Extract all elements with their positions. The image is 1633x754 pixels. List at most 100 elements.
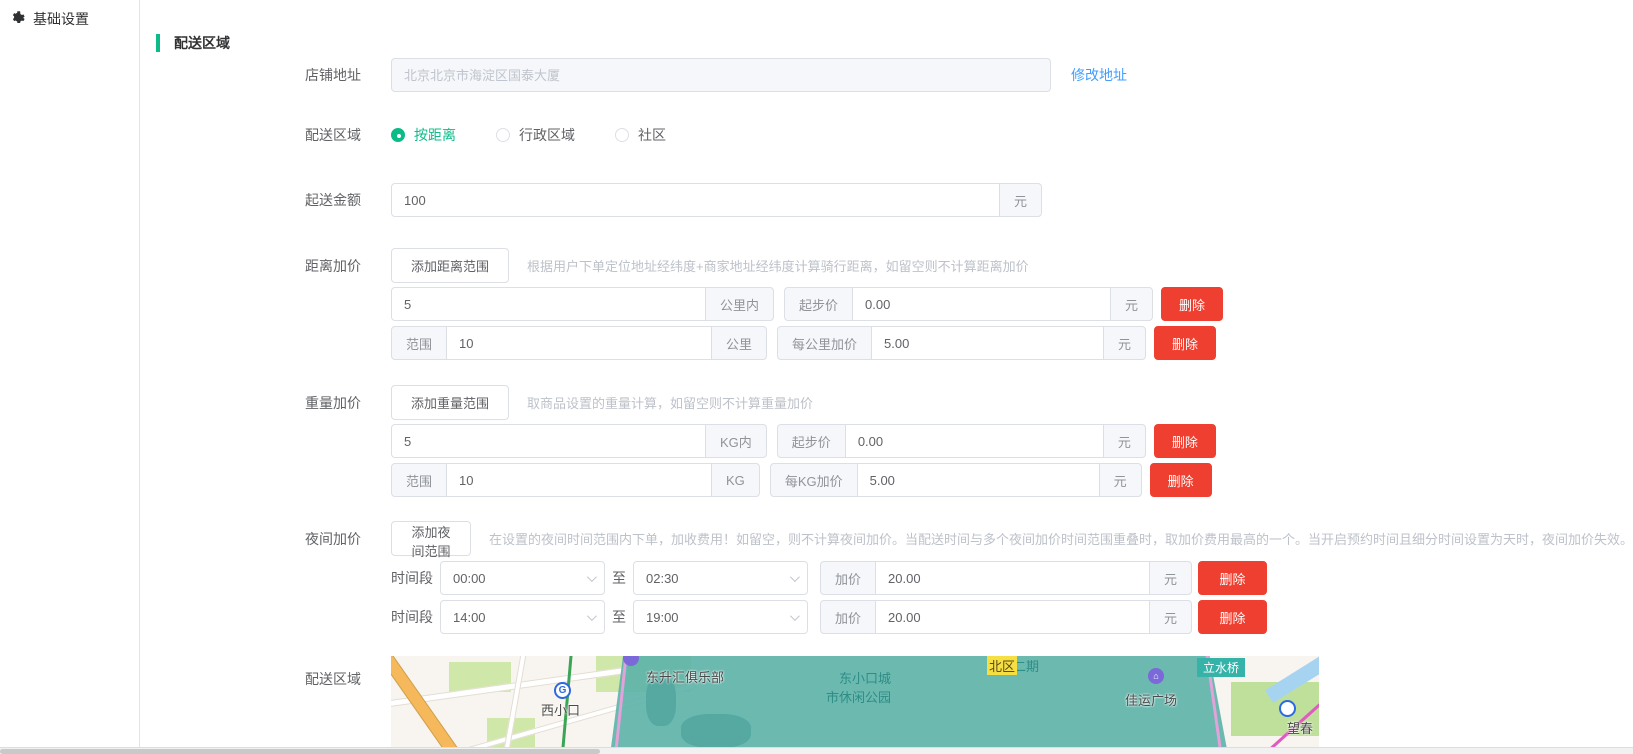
night-price-group: 加价 元 [820,561,1192,595]
night-label: 夜间加价 [141,529,391,549]
weight-base-price-input[interactable] [845,424,1104,458]
night-row-1: 时间段 00:00 至 02:30 加价 元 删除 [141,561,1633,595]
area-mode-label: 配送区域 [141,125,391,145]
time-from-select-2[interactable]: 14:00 [440,600,605,634]
poi-district-highlight: 北区 [987,656,1017,675]
time-to-select[interactable]: 02:30 [633,561,808,595]
to-label: 至 [612,568,626,588]
add-distance-range-button[interactable]: 添加距离范围 [391,248,509,283]
per-kg-label: 每KG加价 [770,463,858,497]
night-price-label: 加价 [820,561,876,595]
section-title: 配送区域 [174,33,230,53]
weight-row-1: KG内 起步价 元 删除 [141,424,1633,458]
poi-jiayun-plaza: 佳运广场 [1125,690,1177,709]
base-price-input[interactable] [852,287,1111,321]
page: 基础设置 配送区域 店铺地址 修改地址 配送区域 按距离 行政区域 [0,0,1633,754]
weight-limit-unit: KG内 [705,424,767,458]
chevron-down-icon [587,572,597,582]
time-to-value: 02:30 [646,571,679,586]
radio-admin-region-label: 行政区域 [519,125,575,145]
store-address-label: 店铺地址 [141,65,391,85]
radio-unselected-icon [496,128,510,142]
base-price-unit: 元 [1110,287,1153,321]
time-from-select[interactable]: 00:00 [440,561,605,595]
per-kg-price-input[interactable] [857,463,1100,497]
horizontal-scrollbar[interactable] [0,747,1633,754]
weight-label: 重量加价 [141,393,391,413]
per-km-price-input[interactable] [871,326,1104,360]
night-header-row: 夜间加价 添加夜间范围 在设置的夜间时间范围内下单，加收费用！如留空，则不计算夜… [141,521,1633,556]
store-address-row: 店铺地址 修改地址 [141,58,1633,92]
weight-range-unit: KG [711,463,760,497]
poi-park-line2: 市休闲公园 [826,687,891,706]
time-range-label: 时间段 [391,607,433,627]
time-from-value: 14:00 [453,610,486,625]
radio-community[interactable]: 社区 [615,125,666,145]
distance-range-group-2: 范围 公里 [391,326,767,360]
delete-weight-row-1-button[interactable]: 删除 [1154,424,1216,458]
chevron-down-icon [790,611,800,621]
gear-icon [10,10,25,28]
store-address-input[interactable] [391,58,1051,92]
map-label: 配送区域 [141,656,391,689]
delivery-area-map[interactable]: G 西小口 东升汇俱乐部 东小口城 市休闲公园 公园二期北区 立水桥 ⌂ 佳运广… [391,656,1319,754]
distance-hint: 根据用户下单定位地址经纬度+商家地址经纬度计算骑行距离，如留空则不计算距离加价 [527,256,1029,275]
weight-base-price-label: 起步价 [777,424,846,458]
distance-range-input[interactable] [446,326,712,360]
distance-price-group: 起步价 元 [784,287,1153,321]
delete-night-row-1-button[interactable]: 删除 [1198,561,1267,595]
per-kg-unit: 元 [1099,463,1142,497]
min-order-input[interactable] [391,183,1000,217]
distance-row-1: 公里内 起步价 元 删除 [141,287,1633,321]
night-price-group-2: 加价 元 [820,600,1192,634]
min-order-row: 起送金额 元 [141,183,1633,217]
radio-admin-region[interactable]: 行政区域 [496,125,575,145]
per-km-unit: 元 [1103,326,1146,360]
distance-range-group: 公里内 [391,287,774,321]
main-content: 配送区域 店铺地址 修改地址 配送区域 按距离 行政区域 社区 [141,0,1633,754]
range-label: 范围 [391,326,447,360]
distance-header-row: 距离加价 添加距离范围 根据用户下单定位地址经纬度+商家地址经纬度计算骑行距离，… [141,248,1633,283]
night-price-input[interactable] [875,561,1150,595]
night-hint: 在设置的夜间时间范围内下单，加收费用！如留空，则不计算夜间加价。当配送时间与多个… [489,529,1633,548]
chevron-down-icon [587,611,597,621]
weight-base-price-unit: 元 [1103,424,1146,458]
weight-limit-input[interactable] [391,424,706,458]
poi-wangchun: 望春 [1287,718,1313,737]
night-price-label: 加价 [820,600,876,634]
radio-by-distance[interactable]: 按距离 [391,125,456,145]
time-to-value: 19:00 [646,610,679,625]
base-price-label: 起步价 [784,287,853,321]
radio-unselected-icon [615,128,629,142]
min-order-label: 起送金额 [141,190,391,210]
sidebar-item-label: 基础设置 [33,9,89,29]
sidebar-item-basic-settings[interactable]: 基础设置 [0,0,139,38]
delete-weight-row-2-button[interactable]: 删除 [1150,463,1212,497]
poi-park-line1: 东小口城 [839,668,891,687]
delete-distance-row-1-button[interactable]: 删除 [1161,287,1223,321]
map-pond [681,714,751,748]
per-km-price-group: 每公里加价 元 [777,326,1146,360]
scrollbar-thumb[interactable] [0,749,600,754]
distance-row-2: 范围 公里 每公里加价 元 删除 [141,326,1633,360]
distance-limit-input[interactable] [391,287,706,321]
radio-by-distance-label: 按距离 [414,125,456,145]
radio-community-label: 社区 [638,125,666,145]
night-price-unit: 元 [1149,561,1192,595]
weight-range-input[interactable] [446,463,712,497]
min-order-group: 元 [391,183,1042,217]
min-order-unit: 元 [999,183,1042,217]
night-price-input-2[interactable] [875,600,1150,634]
modify-address-link[interactable]: 修改地址 [1071,65,1127,85]
delete-night-row-2-button[interactable]: 删除 [1198,600,1267,634]
poi-club: 东升汇俱乐部 [646,667,724,686]
section-header: 配送区域 [156,33,1633,53]
delete-distance-row-2-button[interactable]: 删除 [1154,326,1216,360]
chevron-down-icon [790,572,800,582]
section-accent-bar [156,34,160,52]
time-to-select-2[interactable]: 19:00 [633,600,808,634]
weight-limit-group: KG内 [391,424,767,458]
distance-limit-unit: 公里内 [705,287,774,321]
add-weight-range-button[interactable]: 添加重量范围 [391,385,509,420]
add-night-range-button[interactable]: 添加夜间范围 [391,521,471,556]
